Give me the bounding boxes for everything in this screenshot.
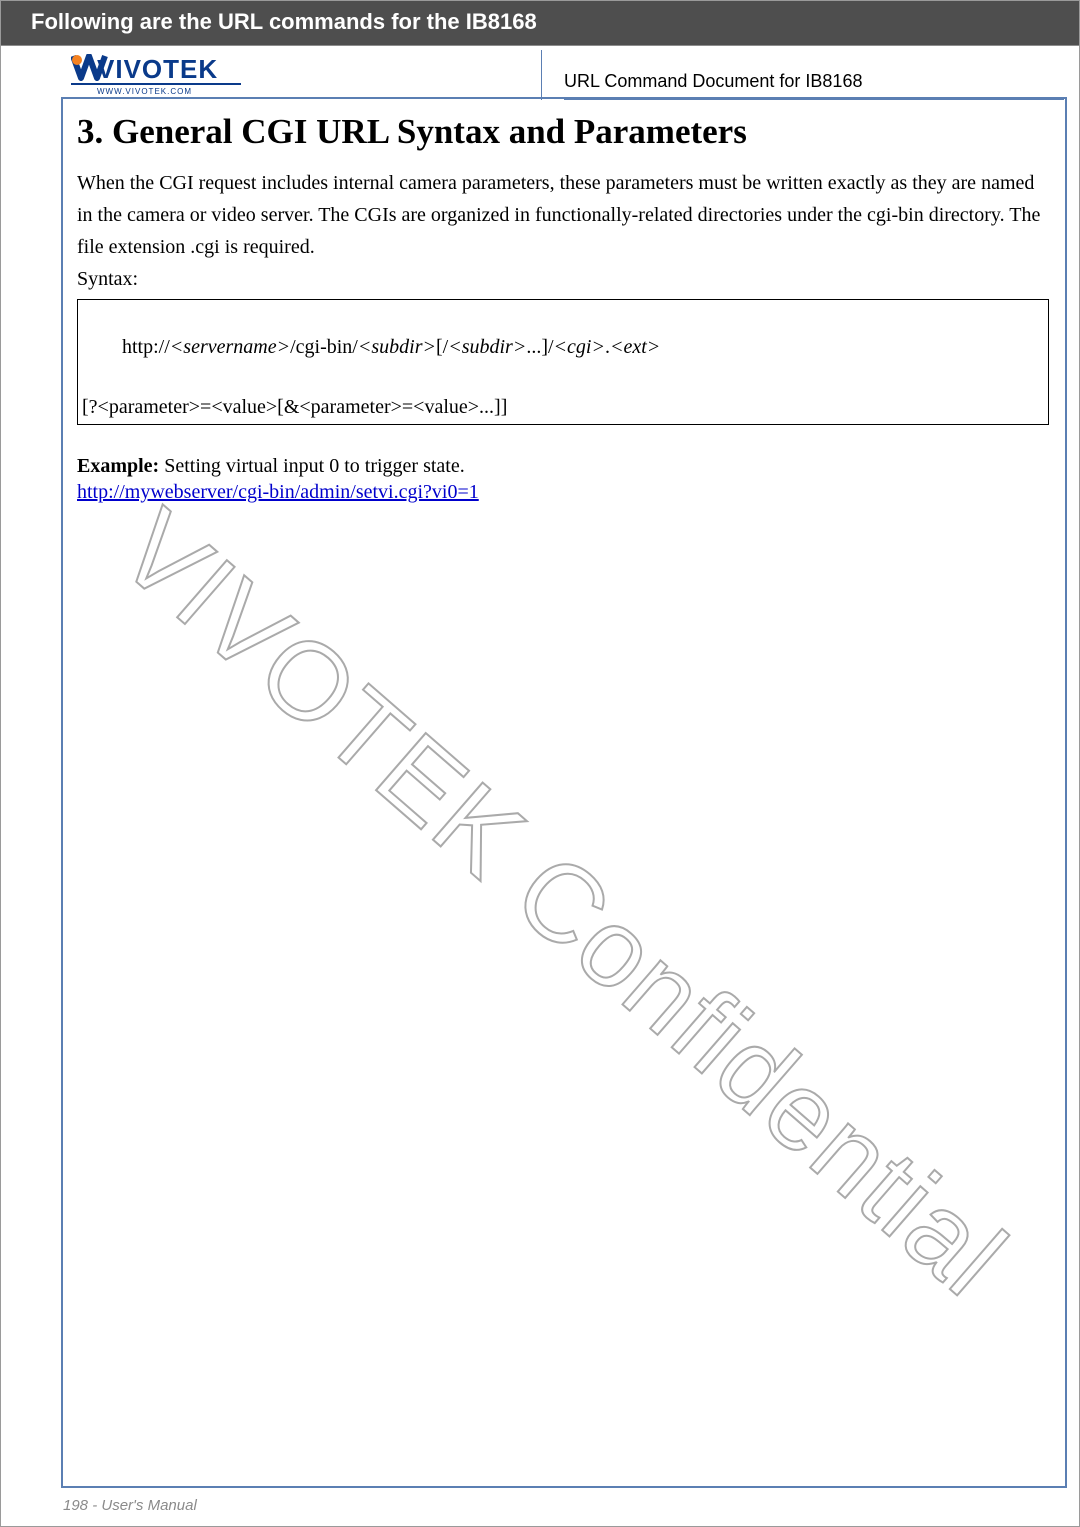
t: <subdir> xyxy=(448,336,526,358)
t: /cgi-bin/ xyxy=(290,336,358,358)
t: ...]/ xyxy=(526,336,553,358)
bottom-rule xyxy=(61,1486,1067,1488)
banner-title: Following are the URL commands for the I… xyxy=(31,9,537,34)
t: [/ xyxy=(436,336,448,358)
t: <subdir> xyxy=(358,336,436,358)
t: <ext> xyxy=(610,336,660,358)
section-body: When the CGI request includes internal c… xyxy=(77,167,1049,263)
header-row: VIVOTEK WWW.VIVOTEK.COM URL Command Docu… xyxy=(1,46,1079,96)
example-line: Example: Setting virtual input 0 to trig… xyxy=(77,451,1049,481)
svg-text:WWW.VIVOTEK.COM: WWW.VIVOTEK.COM xyxy=(97,87,192,96)
syntax-label: Syntax: xyxy=(77,263,1049,295)
footer-label: User's Manual xyxy=(101,1497,196,1514)
footer-page-number: 198 xyxy=(63,1497,88,1514)
example-url-link[interactable]: http://mywebserver/cgi-bin/admin/setvi.c… xyxy=(77,481,479,503)
section-title: 3. General CGI URL Syntax and Parameters xyxy=(77,111,1049,153)
brand-logo: VIVOTEK WWW.VIVOTEK.COM xyxy=(71,54,241,96)
page-frame-outer: Following are the URL commands for the I… xyxy=(0,0,1080,1527)
syntax-line-1: http://<servername>/cgi-bin/<subdir>[/<s… xyxy=(82,302,1044,392)
footer-sep: - xyxy=(88,1497,101,1514)
t: <servername> xyxy=(170,336,290,358)
syntax-line-2: [?<parameter>=<value>[&<parameter>=<valu… xyxy=(82,392,1044,422)
watermark: VIVOTEK Confidential xyxy=(96,485,1031,1321)
vivotek-logo-icon: VIVOTEK WWW.VIVOTEK.COM xyxy=(71,54,241,96)
example-label: Example: xyxy=(77,455,159,477)
svg-text:VIVOTEK: VIVOTEK xyxy=(97,54,218,84)
syntax-box: http://<servername>/cgi-bin/<subdir>[/<s… xyxy=(77,299,1049,425)
doc-label: URL Command Document for IB8168 xyxy=(564,71,1064,100)
content-area: VIVOTEK Confidential 3. General CGI URL … xyxy=(77,111,1049,1476)
header-divider xyxy=(541,50,542,100)
t: http:// xyxy=(122,336,170,358)
example-text: Setting virtual input 0 to trigger state… xyxy=(159,455,465,477)
banner: Following are the URL commands for the I… xyxy=(1,1,1079,46)
t: <cgi> xyxy=(554,336,605,358)
footer: 198 - User's Manual xyxy=(63,1497,197,1514)
